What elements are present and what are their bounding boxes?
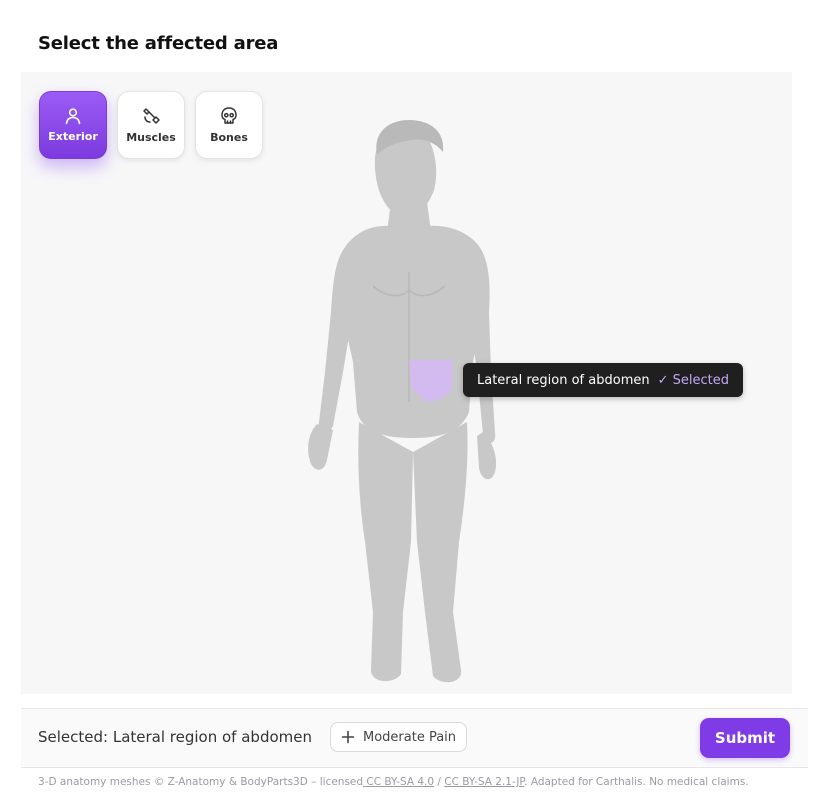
mode-exterior-button[interactable]: Exterior [39,91,107,159]
right-hand[interactable] [308,424,333,470]
license-link-cc-by-sa-2-1-jp[interactable]: CC BY-SA 2.1-JP [444,776,524,788]
footer-separator: / [434,776,445,788]
license-footer: 3-D anatomy meshes © Z-Anatomy & BodyPar… [38,776,749,788]
view-mode-selector: Exterior Muscles Bones [39,91,263,159]
skull-icon [221,107,237,124]
selection-bar: Selected: Lateral region of abdomen Mode… [21,708,808,768]
mode-muscles-label: Muscles [126,131,176,144]
body-model-viewer[interactable]: Exterior Muscles Bones Lateral region of… [21,72,792,694]
torso[interactable] [337,225,487,438]
right-leg[interactable] [358,422,413,682]
mode-exterior-label: Exterior [48,130,98,143]
tooltip-selected-status: ✓ Selected [657,372,729,388]
footer-prefix: 3-D anatomy meshes © Z-Anatomy & BodyPar… [38,776,364,788]
right-arm[interactable] [318,242,353,434]
license-link-cc-by-sa-4[interactable]: CC BY-SA 4.0 [363,776,434,788]
muscle-icon [143,108,160,124]
mode-bones-button[interactable]: Bones [195,91,263,159]
tooltip-region-name: Lateral region of abdomen [477,372,650,388]
person-icon [65,108,81,125]
left-arm[interactable] [469,240,496,443]
pain-level-chip[interactable]: Moderate Pain [330,722,468,752]
left-leg[interactable] [413,422,468,683]
mode-bones-label: Bones [210,131,248,144]
mode-muscles-button[interactable]: Muscles [117,91,185,159]
pain-level-label: Moderate Pain [363,729,457,745]
region-tooltip: Lateral region of abdomen ✓ Selected [463,363,743,397]
page-title: Select the affected area [38,33,279,54]
footer-suffix: . Adapted for Carthalis. No medical clai… [524,776,749,788]
plus-icon [341,730,355,744]
submit-button[interactable]: Submit [700,718,790,758]
selected-region-text: Selected: Lateral region of abdomen [38,728,312,746]
